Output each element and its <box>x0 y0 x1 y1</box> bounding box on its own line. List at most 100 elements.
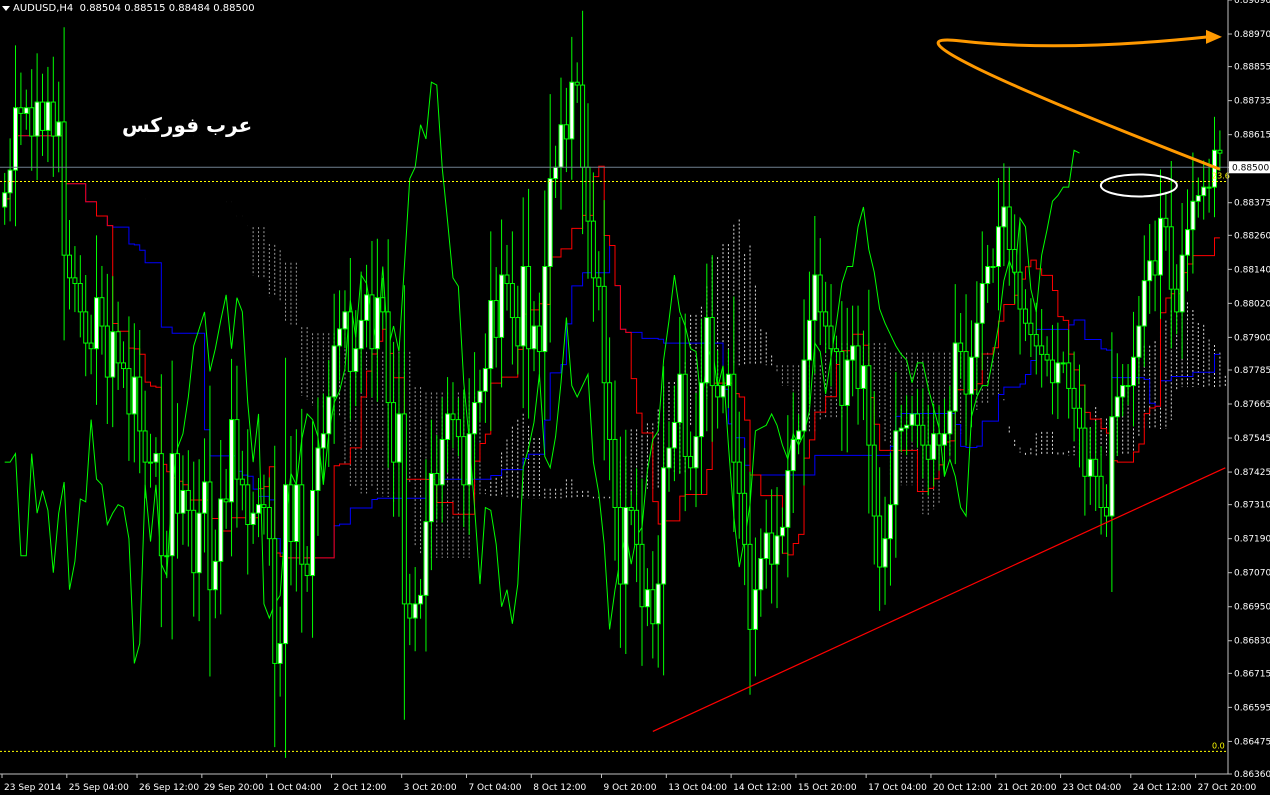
bull-candle-body <box>320 433 326 449</box>
bear-candle-body <box>175 453 181 514</box>
bull-candle-body <box>472 402 478 435</box>
time-tick-label: 21 Oct 20:00 <box>998 783 1057 793</box>
bear-candle-body <box>682 373 688 457</box>
bull-candle-body <box>1195 195 1201 202</box>
bull-candle-body <box>779 526 785 537</box>
bear-candle-body <box>963 351 969 395</box>
time-tick-label: 9 Oct 20:00 <box>603 783 656 793</box>
bull-candle-body <box>358 319 364 350</box>
bear-candle-body <box>88 342 94 350</box>
bull-candle-body <box>990 266 996 269</box>
bull-candle-body <box>153 453 159 463</box>
bull-candle-body <box>1114 396 1120 418</box>
bear-candle-body <box>50 101 56 137</box>
bull-candle-body <box>720 385 726 398</box>
bear-candle-body <box>1163 217 1169 228</box>
bull-candle-body <box>2 192 8 208</box>
bear-candle-body <box>40 101 46 131</box>
bull-candle-body <box>531 325 537 350</box>
bull-candle-body <box>947 410 953 435</box>
bear-candle-body <box>526 266 532 350</box>
time-tick-label: 17 Oct 04:00 <box>868 783 927 793</box>
bear-candle-body <box>688 455 694 469</box>
chart-title-bar[interactable]: AUDUSD,H4 0.88504 0.88515 0.88484 0.8850… <box>2 3 255 14</box>
bear-candle-body <box>385 311 391 404</box>
time-tick-label: 14 Oct 12:00 <box>733 783 792 793</box>
bear-candle-body <box>67 254 73 279</box>
bear-candle-body <box>239 478 245 486</box>
bull-candle-body <box>1125 385 1131 388</box>
bear-candle-body <box>223 498 229 503</box>
bull-candle-body <box>979 283 985 324</box>
bull-candle-body <box>974 322 980 358</box>
bull-candle-body <box>752 589 758 630</box>
bull-candle-body <box>644 589 650 608</box>
bear-candle-body <box>731 373 737 463</box>
bear-candle-body <box>574 81 580 86</box>
bull-candle-body <box>482 368 488 392</box>
bear-candle-body <box>612 438 618 508</box>
bull-candle-body <box>860 365 866 389</box>
bull-candle-body <box>418 594 424 605</box>
bear-candle-body <box>461 436 467 486</box>
bull-candle-body <box>1141 280 1147 327</box>
bull-candle-body <box>310 489 316 577</box>
price-tick-label: 0.87070 <box>1234 569 1270 579</box>
bear-candle-body <box>877 515 883 568</box>
price-tick-label: 0.86360 <box>1234 770 1270 780</box>
bull-candle-body <box>56 121 62 137</box>
price-tick-label: 0.88735 <box>1234 97 1270 107</box>
bull-candle-body <box>806 319 812 361</box>
bear-candle-body <box>925 444 931 460</box>
bull-candle-body <box>790 438 796 472</box>
bull-candle-body <box>763 532 769 560</box>
bull-candle-body <box>677 373 683 423</box>
bear-candle-body <box>628 506 634 511</box>
bear-candle-body <box>601 285 607 384</box>
bear-candle-body <box>536 325 542 353</box>
bull-candle-body <box>623 506 629 585</box>
bull-candle-body <box>364 294 370 321</box>
bear-candle-body <box>407 603 413 619</box>
price-tick-label: 0.86475 <box>1234 737 1270 747</box>
dropdown-triangle-icon[interactable] <box>2 5 10 11</box>
bull-candle-body <box>1130 356 1136 387</box>
bull-candle-body <box>499 274 505 338</box>
bear-candle-body <box>515 317 521 347</box>
bull-candle-body <box>218 498 224 562</box>
price-tick-label: 0.86830 <box>1234 637 1270 647</box>
time-tick-label: 23 Oct 04:00 <box>1063 783 1122 793</box>
bull-candle-body <box>277 643 283 664</box>
bull-candle-body <box>45 101 51 131</box>
bear-candle-body <box>272 538 278 664</box>
bear-candle-body <box>1168 226 1174 290</box>
bear-candle-body <box>871 444 877 517</box>
bull-candle-body <box>1001 206 1007 228</box>
bear-candle-body <box>709 317 715 387</box>
bear-candle-body <box>650 589 656 625</box>
bull-candle-body <box>1087 458 1093 477</box>
bear-candle-body <box>121 362 127 370</box>
bear-candle-body <box>61 121 67 256</box>
bull-candle-body <box>1120 385 1126 398</box>
bull-candle-body <box>1060 362 1066 365</box>
bull-candle-body <box>774 535 780 565</box>
price-tick-label: 0.88855 <box>1234 63 1270 73</box>
price-tick-label: 0.88020 <box>1234 299 1270 309</box>
bear-candle-body <box>1098 475 1104 508</box>
ohlc-values: 0.88504 0.88515 0.88484 0.88500 <box>79 3 255 14</box>
bear-candle-body <box>299 484 305 565</box>
price-tick-label: 0.87425 <box>1234 468 1270 478</box>
bull-candle-body <box>396 413 402 463</box>
bear-candle-body <box>747 543 753 630</box>
bear-candle-body <box>1076 407 1082 429</box>
bear-candle-body <box>1022 308 1028 324</box>
bear-candle-body <box>839 351 845 406</box>
bear-candle-body <box>936 433 942 446</box>
bear-candle-body <box>455 419 461 438</box>
bear-candle-body <box>137 376 143 432</box>
price-tick-label: 0.86595 <box>1234 703 1270 713</box>
bull-candle-body <box>801 359 807 432</box>
bear-candle-body <box>715 385 721 398</box>
bear-candle-body <box>115 331 121 364</box>
